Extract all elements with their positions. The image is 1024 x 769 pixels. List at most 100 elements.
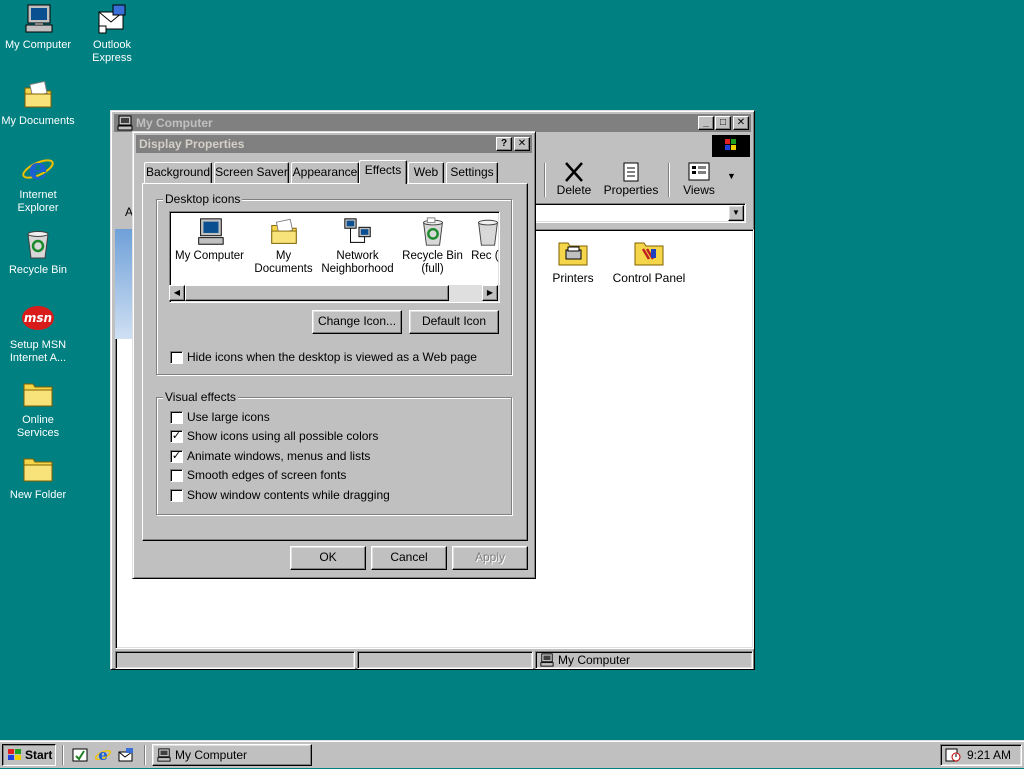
animate-windows-checkbox[interactable]: ✓ — [170, 450, 183, 463]
internet-explorer-icon[interactable]: e — [94, 746, 112, 764]
desktop-icon-internet-explorer[interactable]: e Internet Explorer — [0, 152, 76, 215]
taskbar: Start e My Computer 9:21 AM — [0, 740, 1024, 768]
desktop-icon-recycle-bin[interactable]: Recycle Bin — [0, 227, 76, 277]
outlook-express-icon[interactable] — [118, 747, 134, 763]
taskbar-button-my-computer[interactable]: My Computer — [152, 744, 312, 766]
animate-windows-label: Animate windows, menus and lists — [187, 449, 371, 463]
desktop-icon-setup-msn[interactable]: msn Setup MSN Internet A... — [0, 302, 76, 365]
msn-icon: msn — [21, 302, 55, 336]
tab-screen-saver[interactable]: Screen Saver — [214, 162, 289, 183]
windows-flag-icon — [7, 748, 23, 768]
svg-text:e: e — [98, 747, 108, 763]
show-window-contents-checkbox[interactable] — [170, 489, 183, 502]
printers-folder-icon — [557, 238, 589, 268]
scheduler-icon[interactable] — [945, 747, 961, 769]
status-pane-zone: My Computer — [535, 651, 753, 669]
desktop-icon-label: My Computer — [4, 39, 72, 51]
tab-effects[interactable]: Effects — [359, 160, 407, 184]
apply-button[interactable]: Apply — [452, 546, 528, 570]
desktop-icon-my-documents[interactable]: My Documents — [0, 78, 76, 128]
horizontal-scrollbar[interactable]: ◀ ▶ — [169, 285, 500, 301]
printers-label: Printers — [552, 271, 594, 285]
desktop-icon-new-folder[interactable]: New Folder — [0, 452, 76, 502]
status-pane — [357, 651, 533, 669]
status-text: My Computer — [558, 653, 631, 667]
show-window-contents-label: Show window contents while dragging — [187, 488, 390, 502]
tab-settings[interactable]: Settings — [446, 162, 498, 183]
start-button[interactable]: Start — [2, 744, 56, 766]
desktop-icon-outlook-express[interactable]: Outlook Express — [74, 2, 150, 65]
taskbar-button-label: My Computer — [175, 748, 248, 762]
status-bar: My Computer — [115, 651, 754, 669]
dropdown-arrow-icon[interactable]: ▼ — [728, 205, 744, 221]
desktop-icon-label: My Documents — [1, 115, 75, 127]
list-item-label: Rec (e — [471, 250, 499, 262]
my-computer-titlebar[interactable]: My Computer _ □ ✕ — [114, 114, 751, 132]
control-panel-icon — [633, 238, 665, 268]
list-item-label: My Documents — [254, 250, 313, 275]
display-properties-dialog[interactable]: Display Properties ? ✕ Background Screen… — [132, 131, 536, 579]
scroll-thumb[interactable] — [185, 285, 449, 301]
address-combobox[interactable]: ▼ — [534, 203, 746, 223]
computer-icon — [117, 115, 133, 131]
tab-background[interactable]: Background — [144, 162, 212, 183]
system-tray: 9:21 AM — [940, 744, 1022, 766]
computer-icon — [21, 2, 55, 36]
scroll-right-button[interactable]: ▶ — [482, 285, 498, 301]
taskbar-separator — [62, 745, 64, 765]
window-title: My Computer — [136, 116, 213, 130]
list-item-my-documents[interactable]: My Documents — [246, 216, 321, 276]
dialog-title: Display Properties — [139, 137, 245, 151]
taskbar-separator — [144, 745, 146, 765]
minimize-button[interactable]: _ — [698, 116, 714, 130]
cancel-button[interactable]: Cancel — [371, 546, 447, 570]
help-button[interactable]: ? — [496, 137, 512, 151]
scroll-left-button[interactable]: ◀ — [169, 285, 185, 301]
delete-label: Delete — [556, 183, 592, 197]
list-item-recycle-bin-full[interactable]: Recycle Bin (full) — [395, 216, 470, 276]
hide-icons-checkbox[interactable] — [170, 351, 183, 364]
views-button[interactable]: Views — [674, 159, 724, 197]
toolbar-separator — [668, 163, 670, 197]
desktop-icon-label: Outlook Express — [92, 39, 132, 64]
hide-icons-label: Hide icons when the desktop is viewed as… — [187, 350, 477, 364]
folder-documents-icon — [21, 78, 55, 112]
close-button[interactable]: ✕ — [733, 116, 749, 130]
views-icon — [687, 161, 711, 183]
clock[interactable]: 9:21 AM — [967, 748, 1011, 762]
status-pane — [115, 651, 355, 669]
tab-web[interactable]: Web — [408, 162, 444, 183]
tab-appearance[interactable]: Appearance — [291, 162, 359, 183]
smooth-edges-checkbox[interactable] — [170, 469, 183, 482]
computer-icon — [540, 653, 554, 671]
use-large-icons-checkbox[interactable] — [170, 411, 183, 424]
views-dropdown-arrow-icon[interactable]: ▼ — [727, 171, 736, 181]
smooth-edges-label: Smooth edges of screen fonts — [187, 468, 347, 482]
list-item-network-neighborhood[interactable]: Network Neighborhood — [320, 216, 395, 276]
outlook-express-icon — [95, 2, 129, 36]
svg-text:msn: msn — [24, 311, 52, 325]
desktop-icon-label: Internet Explorer — [17, 189, 59, 214]
svg-text:e: e — [28, 152, 47, 186]
show-all-colors-checkbox[interactable]: ✓ — [170, 430, 183, 443]
control-panel-label: Control Panel — [612, 271, 686, 285]
web-view-panel — [115, 229, 133, 339]
properties-button[interactable]: Properties — [600, 159, 662, 197]
recycle-bin-icon — [21, 227, 55, 261]
dialog-titlebar[interactable]: Display Properties ? ✕ — [136, 135, 532, 153]
folder-icon — [21, 452, 55, 486]
change-icon-button[interactable]: Change Icon... — [312, 310, 402, 334]
close-button[interactable]: ✕ — [514, 137, 530, 151]
show-all-colors-label: Show icons using all possible colors — [187, 429, 379, 443]
delete-button[interactable]: Delete — [552, 159, 596, 197]
desktop-icon-my-computer[interactable]: My Computer — [0, 2, 76, 52]
ok-button[interactable]: OK — [290, 546, 366, 570]
default-icon-button[interactable]: Default Icon — [409, 310, 499, 334]
list-item-recycle-bin-empty[interactable]: Rec (e — [468, 216, 499, 263]
desktop-icon-online-services[interactable]: Online Services — [0, 377, 76, 440]
maximize-button[interactable]: □ — [715, 116, 731, 130]
show-desktop-icon[interactable] — [72, 747, 88, 763]
list-item-my-computer[interactable]: My Computer — [172, 216, 247, 263]
control-panel-folder[interactable]: Control Panel — [604, 238, 694, 285]
delete-x-icon — [562, 161, 586, 183]
